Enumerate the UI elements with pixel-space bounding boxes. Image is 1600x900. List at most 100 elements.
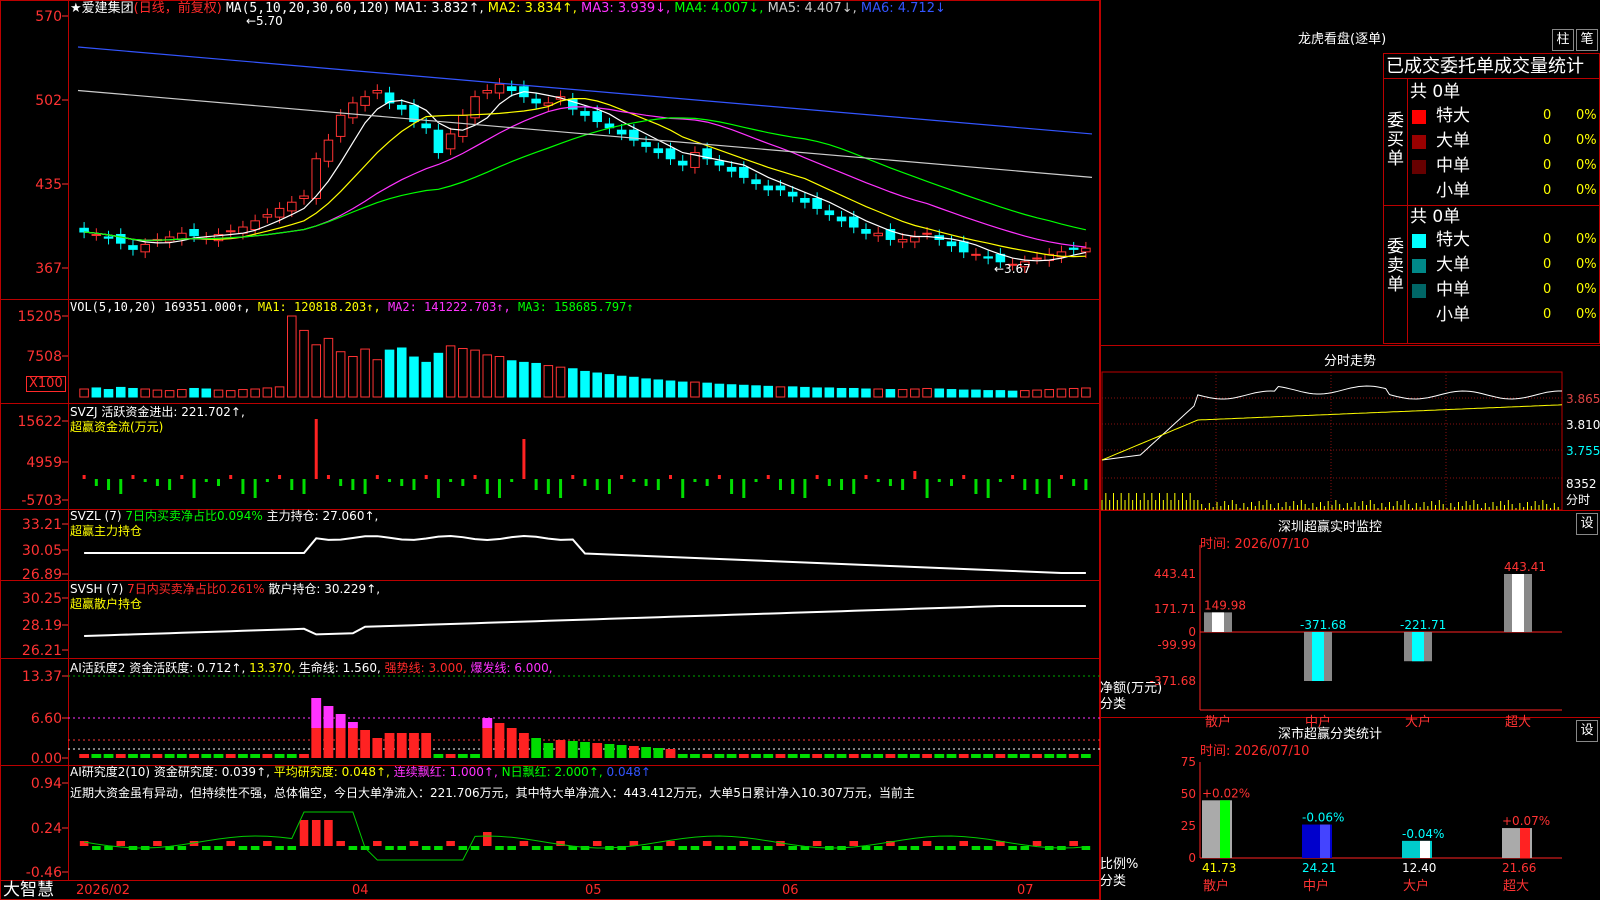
ai-active-bar <box>934 754 945 758</box>
svzj-bar <box>778 479 782 490</box>
candle-body <box>592 111 602 123</box>
volume-bar <box>702 382 712 398</box>
ai-research-bar <box>849 841 859 846</box>
ai-research-note: 近期大资金虽有异动，但持续性不强，总体偏空，今日大单净流入：221.706万元，… <box>70 786 915 800</box>
sell-side-label: 委卖单 <box>1387 237 1404 295</box>
svzj-bar <box>998 479 1002 482</box>
volume-bar <box>739 384 749 398</box>
ai-active-bar <box>1032 754 1042 758</box>
candle-body <box>225 230 236 233</box>
svzl-axis-label: 30.05 <box>22 543 62 559</box>
ai-research-bar <box>739 841 749 846</box>
candle-body <box>787 191 798 197</box>
volume-bar <box>250 388 260 398</box>
svzj-line2: 超赢资金流(万元) <box>70 420 164 434</box>
sell-total: 共 0单 <box>1410 207 1461 227</box>
ai-active-bar <box>775 754 786 758</box>
svzj-bar <box>925 479 929 498</box>
candle-body <box>421 123 431 129</box>
volume-bar <box>726 384 737 398</box>
svzj-bar <box>278 475 282 479</box>
ai-active-bar-top <box>482 718 493 728</box>
svzj-bar <box>656 479 660 490</box>
candle-body <box>812 197 822 209</box>
ai-active-bar <box>433 754 444 758</box>
sz-settings-button[interactable]: 设 <box>1576 513 1598 535</box>
sell-row-count: 0 <box>1543 307 1552 322</box>
ai-active-bar <box>250 754 261 758</box>
ma4-line <box>84 117 1087 241</box>
sm-settings-button[interactable]: 设 <box>1576 720 1598 742</box>
svzj-header: SVZJ 活跃资金进出: 221.702↑, <box>70 405 245 419</box>
volume-bar <box>836 387 847 398</box>
buy-row-pct: 0% <box>1576 133 1597 148</box>
ai-active-axis-label: 6.60 <box>31 711 62 727</box>
ai-research-bar <box>519 841 529 846</box>
candle-body <box>800 197 810 203</box>
ai-research-v4: N日飘红: 2.000↑, <box>501 765 603 779</box>
candle-body <box>665 148 676 160</box>
volume-bar <box>519 361 529 398</box>
fs-vol: 8352 <box>1566 477 1597 491</box>
tick-view-button[interactable]: 笔 <box>1576 29 1598 51</box>
sz-bar-value: 149.98 <box>1204 598 1246 612</box>
ai-active-bar <box>848 754 859 758</box>
ai-active-v4: 强势线: 3.000, <box>384 661 467 675</box>
ai-active-bar <box>506 728 517 758</box>
ai-active-bar <box>653 748 664 758</box>
price-axis-label: 570 <box>35 9 62 25</box>
svzj-bar <box>204 479 208 482</box>
sm-bar-value: 12.40 <box>1402 861 1436 875</box>
price-axis-label: 502 <box>35 93 62 109</box>
ai-research-bar <box>299 820 309 846</box>
svzj-bar <box>1084 479 1088 490</box>
sell-row-name: 大单 <box>1436 255 1470 275</box>
stock-name[interactable]: ★爱建集团 <box>70 1 134 16</box>
candle-body <box>335 114 346 137</box>
ai-active-bar <box>641 747 651 758</box>
ma3-line <box>84 106 1086 248</box>
candle-body <box>445 133 456 150</box>
column-view-button[interactable]: 柱 <box>1552 29 1574 51</box>
vol-axis-label: 7508 <box>26 349 62 365</box>
ai-research-axis-label: -0.46 <box>26 865 62 881</box>
svzj-bar <box>766 475 770 479</box>
ai-active-bar <box>787 754 798 758</box>
candle-body <box>922 232 932 235</box>
ai-active-v3: 生命线: 1.560, <box>298 661 381 675</box>
ai-research-bar <box>1032 841 1042 846</box>
svzj-bar <box>302 479 306 494</box>
ai-research-bar <box>1008 846 1017 850</box>
candle-body <box>348 102 358 119</box>
ai-research-bar <box>1020 846 1030 850</box>
volume-bar <box>262 387 273 398</box>
svzj-bar <box>534 479 538 490</box>
high-marker: ←5.70 <box>246 14 283 28</box>
candle-body <box>189 229 199 237</box>
sell-row-name: 小单 <box>1436 305 1470 325</box>
lhb-tabs[interactable]: 已成交委托单成交量统计 <box>1386 57 1584 77</box>
sell-row-pct: 0% <box>1576 307 1597 322</box>
candle-body <box>739 166 749 178</box>
ai-active-bar <box>702 754 713 758</box>
candle-body <box>714 160 725 166</box>
ai-research-bar <box>922 841 932 846</box>
period-label[interactable]: (日线，前复权) <box>134 1 222 16</box>
ai-active-bar <box>225 754 236 758</box>
svzj-bar <box>962 475 966 479</box>
ai-research-bar <box>177 846 187 850</box>
ai-research-bar <box>275 846 284 850</box>
volume-bar <box>201 388 212 398</box>
svzj-bar <box>339 479 343 486</box>
ai-active-bar <box>580 742 590 758</box>
ai-active-bar <box>995 754 1006 758</box>
ai-research-bar <box>434 846 443 850</box>
ai-active-bar <box>360 730 370 758</box>
ai-active-bar <box>457 754 468 758</box>
svzj-bar <box>485 479 489 494</box>
svzj-bar <box>1023 479 1027 490</box>
ai-active-bar <box>421 733 432 758</box>
sm-bar-highlight <box>1320 824 1330 858</box>
svzj-bar <box>632 479 636 482</box>
ai-research-bar <box>666 841 675 846</box>
